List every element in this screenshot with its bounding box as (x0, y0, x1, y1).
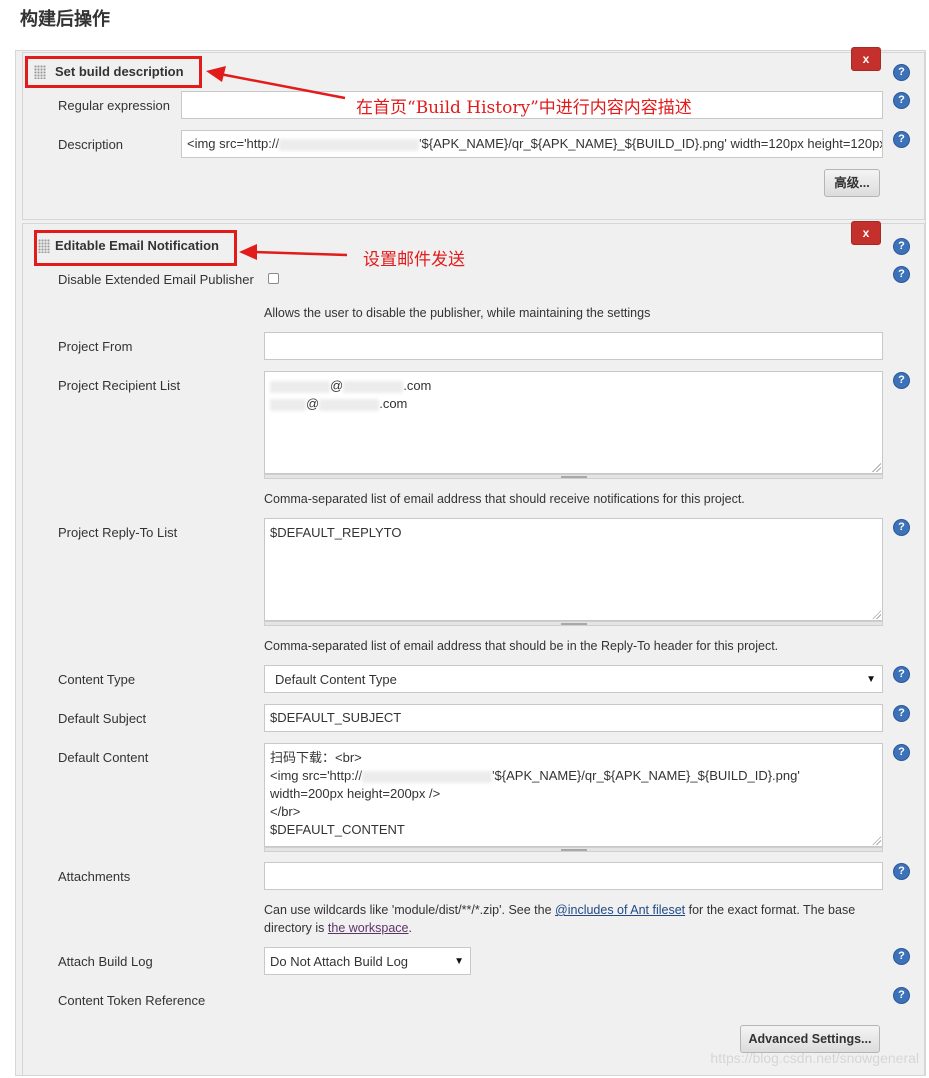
redacted-host (362, 770, 493, 783)
default-subject-label: Default Subject (58, 711, 147, 726)
watermark: https://blog.csdn.net/snowgeneral (710, 1050, 919, 1066)
textarea-vertical-grip[interactable] (264, 847, 883, 852)
highlight-box-build-description (25, 56, 202, 88)
description-prefix: <img src='http:// (187, 136, 280, 151)
textarea-vertical-grip[interactable] (264, 474, 883, 479)
help-icon[interactable]: ? (893, 238, 910, 255)
help-icon[interactable]: ? (893, 948, 910, 965)
advanced-settings-button[interactable]: Advanced Settings... (740, 1025, 880, 1053)
delete-build-description-button[interactable]: x (851, 47, 881, 71)
description-label: Description (58, 137, 124, 152)
project-from-label: Project From (58, 339, 133, 354)
help-icon[interactable]: ? (893, 92, 910, 109)
default-content-label: Default Content (58, 750, 149, 765)
dropdown-caret-icon: ▼ (454, 956, 464, 967)
help-icon[interactable]: ? (893, 131, 910, 148)
default-content-textarea[interactable]: 扫码下载：<br> <img src='http://'${APK_NAME}/q… (264, 743, 883, 847)
dropdown-caret-icon: ▼ (866, 674, 876, 685)
regex-label: Regular expression (58, 98, 171, 113)
help-icon[interactable]: ? (893, 863, 910, 880)
recipient-list-hint: Comma-separated list of email address th… (264, 492, 745, 506)
workspace-link[interactable]: the workspace (328, 921, 409, 935)
help-icon[interactable]: ? (893, 705, 910, 722)
recipient-line-1: @ .com (270, 377, 877, 395)
delete-email-notification-button[interactable]: x (851, 221, 881, 245)
page-heading: 构建后操作 (20, 9, 110, 29)
disable-publisher-label: Disable Extended Email Publisher (58, 272, 254, 287)
reply-to-hint: Comma-separated list of email address th… (264, 639, 779, 653)
attachments-hint: Can use wildcards like 'module/dist/**/*… (264, 903, 856, 935)
help-icon[interactable]: ? (893, 64, 910, 81)
resize-handle-icon[interactable] (872, 610, 881, 619)
attachments-input[interactable] (264, 862, 883, 890)
content-type-label: Content Type (58, 672, 136, 687)
ant-fileset-link[interactable]: @includes of Ant fileset (555, 903, 685, 917)
redacted-user (270, 398, 306, 411)
help-icon[interactable]: ? (893, 744, 910, 761)
annotation-arrow-1 (206, 66, 346, 100)
attachments-label: Attachments (58, 869, 131, 884)
redacted-user (270, 380, 330, 393)
annotation-build-history: 在首页“Build History”中进行内容内容描述 (356, 98, 692, 118)
description-suffix: '${APK_NAME}/qr_${APK_NAME}_${BUILD_ID}.… (419, 136, 883, 151)
help-icon[interactable]: ? (893, 987, 910, 1004)
help-icon[interactable]: ? (893, 519, 910, 536)
redacted-domain (319, 398, 380, 411)
content-type-select[interactable]: Default Content Type ▼ (264, 665, 883, 693)
redacted-domain (343, 380, 404, 393)
resize-handle-icon[interactable] (872, 836, 881, 845)
redacted-host (279, 138, 420, 151)
help-icon[interactable]: ? (893, 266, 910, 283)
advanced-button[interactable]: 高级... (824, 169, 880, 197)
attach-build-log-label: Attach Build Log (58, 954, 153, 969)
description-input[interactable]: <img src='http:// '${APK_NAME}/qr_${APK_N… (181, 130, 883, 158)
help-icon[interactable]: ? (893, 372, 910, 389)
textarea-vertical-grip[interactable] (264, 621, 883, 626)
reply-to-textarea[interactable]: $DEFAULT_REPLYTO (264, 518, 883, 621)
annotation-arrow-2 (239, 244, 348, 260)
resize-handle-icon[interactable] (872, 463, 881, 472)
content-token-label: Content Token Reference (58, 993, 206, 1008)
recipient-list-textarea[interactable]: @ .com @ .com (264, 371, 883, 474)
highlight-box-email (34, 230, 237, 266)
recipient-list-label: Project Recipient List (58, 378, 181, 393)
default-subject-input[interactable]: $DEFAULT_SUBJECT (264, 704, 883, 732)
attach-build-log-select[interactable]: Do Not Attach Build Log ▼ (264, 947, 471, 975)
help-icon[interactable]: ? (893, 666, 910, 683)
project-from-input[interactable] (264, 332, 883, 360)
annotation-email: 设置邮件发送 (363, 250, 465, 270)
reply-to-label: Project Reply-To List (58, 525, 178, 540)
recipient-line-2: @ .com (270, 395, 877, 413)
disable-publisher-checkbox[interactable] (268, 273, 279, 284)
disable-publisher-hint: Allows the user to disable the publisher… (264, 306, 651, 320)
